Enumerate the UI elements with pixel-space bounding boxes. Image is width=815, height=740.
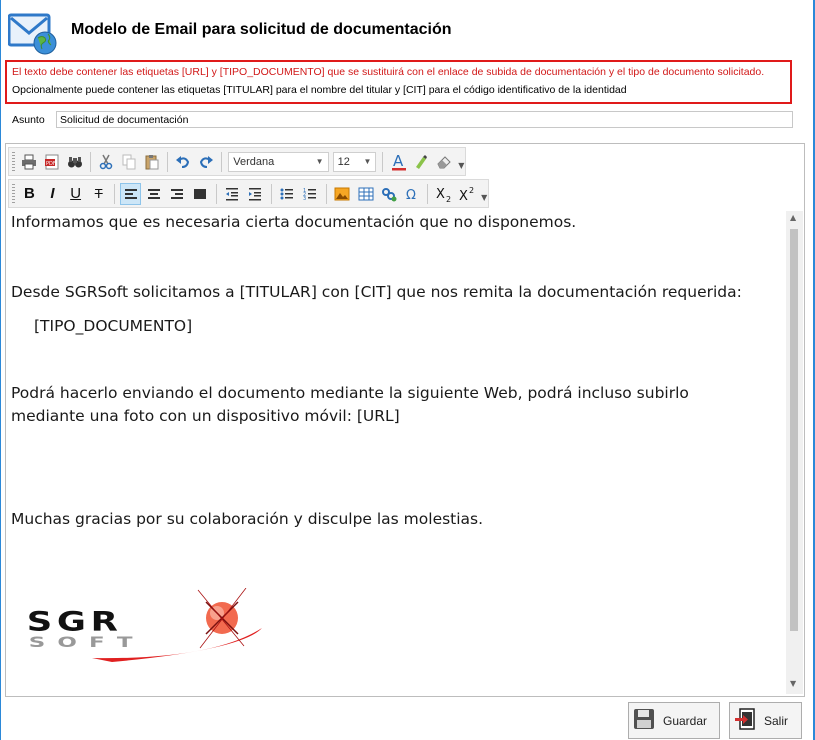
bold-button[interactable]: B [19,183,40,205]
body-doc-type-tag: [TIPO_DOCUMENTO] [34,317,193,335]
body-paragraph-web-2: mediante una foto con un dispositivo móv… [11,407,400,425]
window-border-left [0,0,1,740]
toolbar-grip[interactable] [12,184,15,203]
insert-link-icon[interactable] [378,183,399,205]
window-title: Modelo de Email para solicitud de docume… [71,21,452,38]
save-button-label: Guardar [663,713,708,728]
pdf-icon[interactable]: PDF [42,151,63,173]
exit-button-label: Salir [764,713,789,728]
body-paragraph-request: Desde SGRSoft solicitamos a [TITULAR] co… [11,283,742,301]
toolbar-separator [166,151,168,172]
toolbar-row-2: B I U T 123 Ω X2 X2 ▼ [8,179,489,208]
toolbar-separator [215,183,217,204]
scroll-up-icon[interactable]: ▲ [790,213,796,222]
indent-icon[interactable] [245,183,266,205]
svg-text:3: 3 [303,196,306,201]
svg-text:X: X [459,189,468,203]
logo-text-top: SGR [27,606,123,637]
body-paragraph-thanks: Muchas gracias por su colaboración y dis… [11,510,484,528]
font-size-select[interactable]: 12 ▼ [332,151,377,172]
highlight-icon[interactable] [411,151,432,173]
font-family-select[interactable]: Verdana ▼ [228,151,329,172]
logo-text-bottom: SOFT [29,635,145,651]
chevron-down-icon: ▼ [315,157,324,166]
paste-icon[interactable] [141,151,162,173]
subject-label: Asunto [12,114,45,126]
notice-required-tags: El texto debe contener las etiquetas [UR… [12,66,765,78]
italic-button[interactable]: I [42,183,63,205]
insert-table-icon[interactable] [355,183,376,205]
toolbar-separator [382,151,384,172]
font-family-value: Verdana [233,155,275,168]
save-button[interactable]: Guardar [628,702,720,739]
chevron-down-icon: ▼ [363,157,372,166]
align-right-icon[interactable] [166,183,187,205]
numbered-list-icon[interactable]: 123 [300,183,321,205]
copy-icon[interactable] [119,151,140,173]
undo-icon[interactable] [173,151,194,173]
subscript-icon[interactable]: X2 [433,183,454,205]
align-center-icon[interactable] [143,183,164,205]
notice-optional-tags: Opcionalmente puede contener las etiquet… [12,84,627,96]
svg-text:PDF: PDF [46,161,56,167]
scroll-down-icon[interactable]: ▼ [790,679,796,688]
outdent-icon[interactable] [222,183,243,205]
body-paragraph-intro: Informamos que es necesaria cierta docum… [11,213,577,231]
vertical-scrollbar[interactable]: ▲ ▼ [786,211,803,694]
svg-text:X: X [436,187,445,202]
toolbar-separator [270,183,272,204]
scroll-thumb[interactable] [790,229,798,631]
insert-image-icon[interactable] [332,183,353,205]
redo-icon[interactable] [196,151,217,173]
cut-icon[interactable] [96,151,117,173]
find-icon[interactable] [64,151,85,173]
toolbar-separator [427,183,429,204]
toolbar-grip[interactable] [12,152,15,171]
floppy-disk-icon [633,708,655,733]
toolbar-separator [221,151,223,172]
sgrsoft-logo: SGR SOFT [22,587,272,664]
toolbar-separator [325,183,327,204]
svg-text:A: A [393,153,404,170]
subject-input[interactable]: Solicitud de documentación [56,111,793,128]
bullet-list-icon[interactable] [277,183,298,205]
font-color-icon[interactable]: A [388,151,409,173]
align-left-icon[interactable] [120,182,142,205]
toolbar-overflow-button[interactable]: ▼ [458,153,466,170]
toolbar-separator [89,151,91,172]
eraser-icon[interactable] [434,151,455,173]
justify-icon[interactable] [190,183,211,205]
svg-text:2: 2 [446,195,451,203]
strikethrough-button[interactable]: T [88,183,109,205]
svg-text:Ω: Ω [406,188,416,202]
print-icon[interactable] [19,151,40,173]
exit-button[interactable]: Salir [729,702,802,739]
toolbar-row-1: PDF Verdana ▼ 12 ▼ A ▼ [8,147,466,176]
toolbar-separator [114,183,116,204]
special-symbol-icon[interactable]: Ω [401,183,422,205]
exit-door-icon [734,708,756,733]
font-size-value: 12 [337,155,350,168]
underline-button[interactable]: U [65,183,86,205]
superscript-icon[interactable]: X2 [456,183,477,205]
svg-text:2: 2 [469,186,474,195]
body-paragraph-web-1: Podrá hacerlo enviando el documento medi… [11,384,689,402]
email-globe-icon [7,13,60,55]
notice-box: El texto debe contener las etiquetas [UR… [5,60,792,104]
toolbar-overflow-button[interactable]: ▼ [480,185,488,202]
